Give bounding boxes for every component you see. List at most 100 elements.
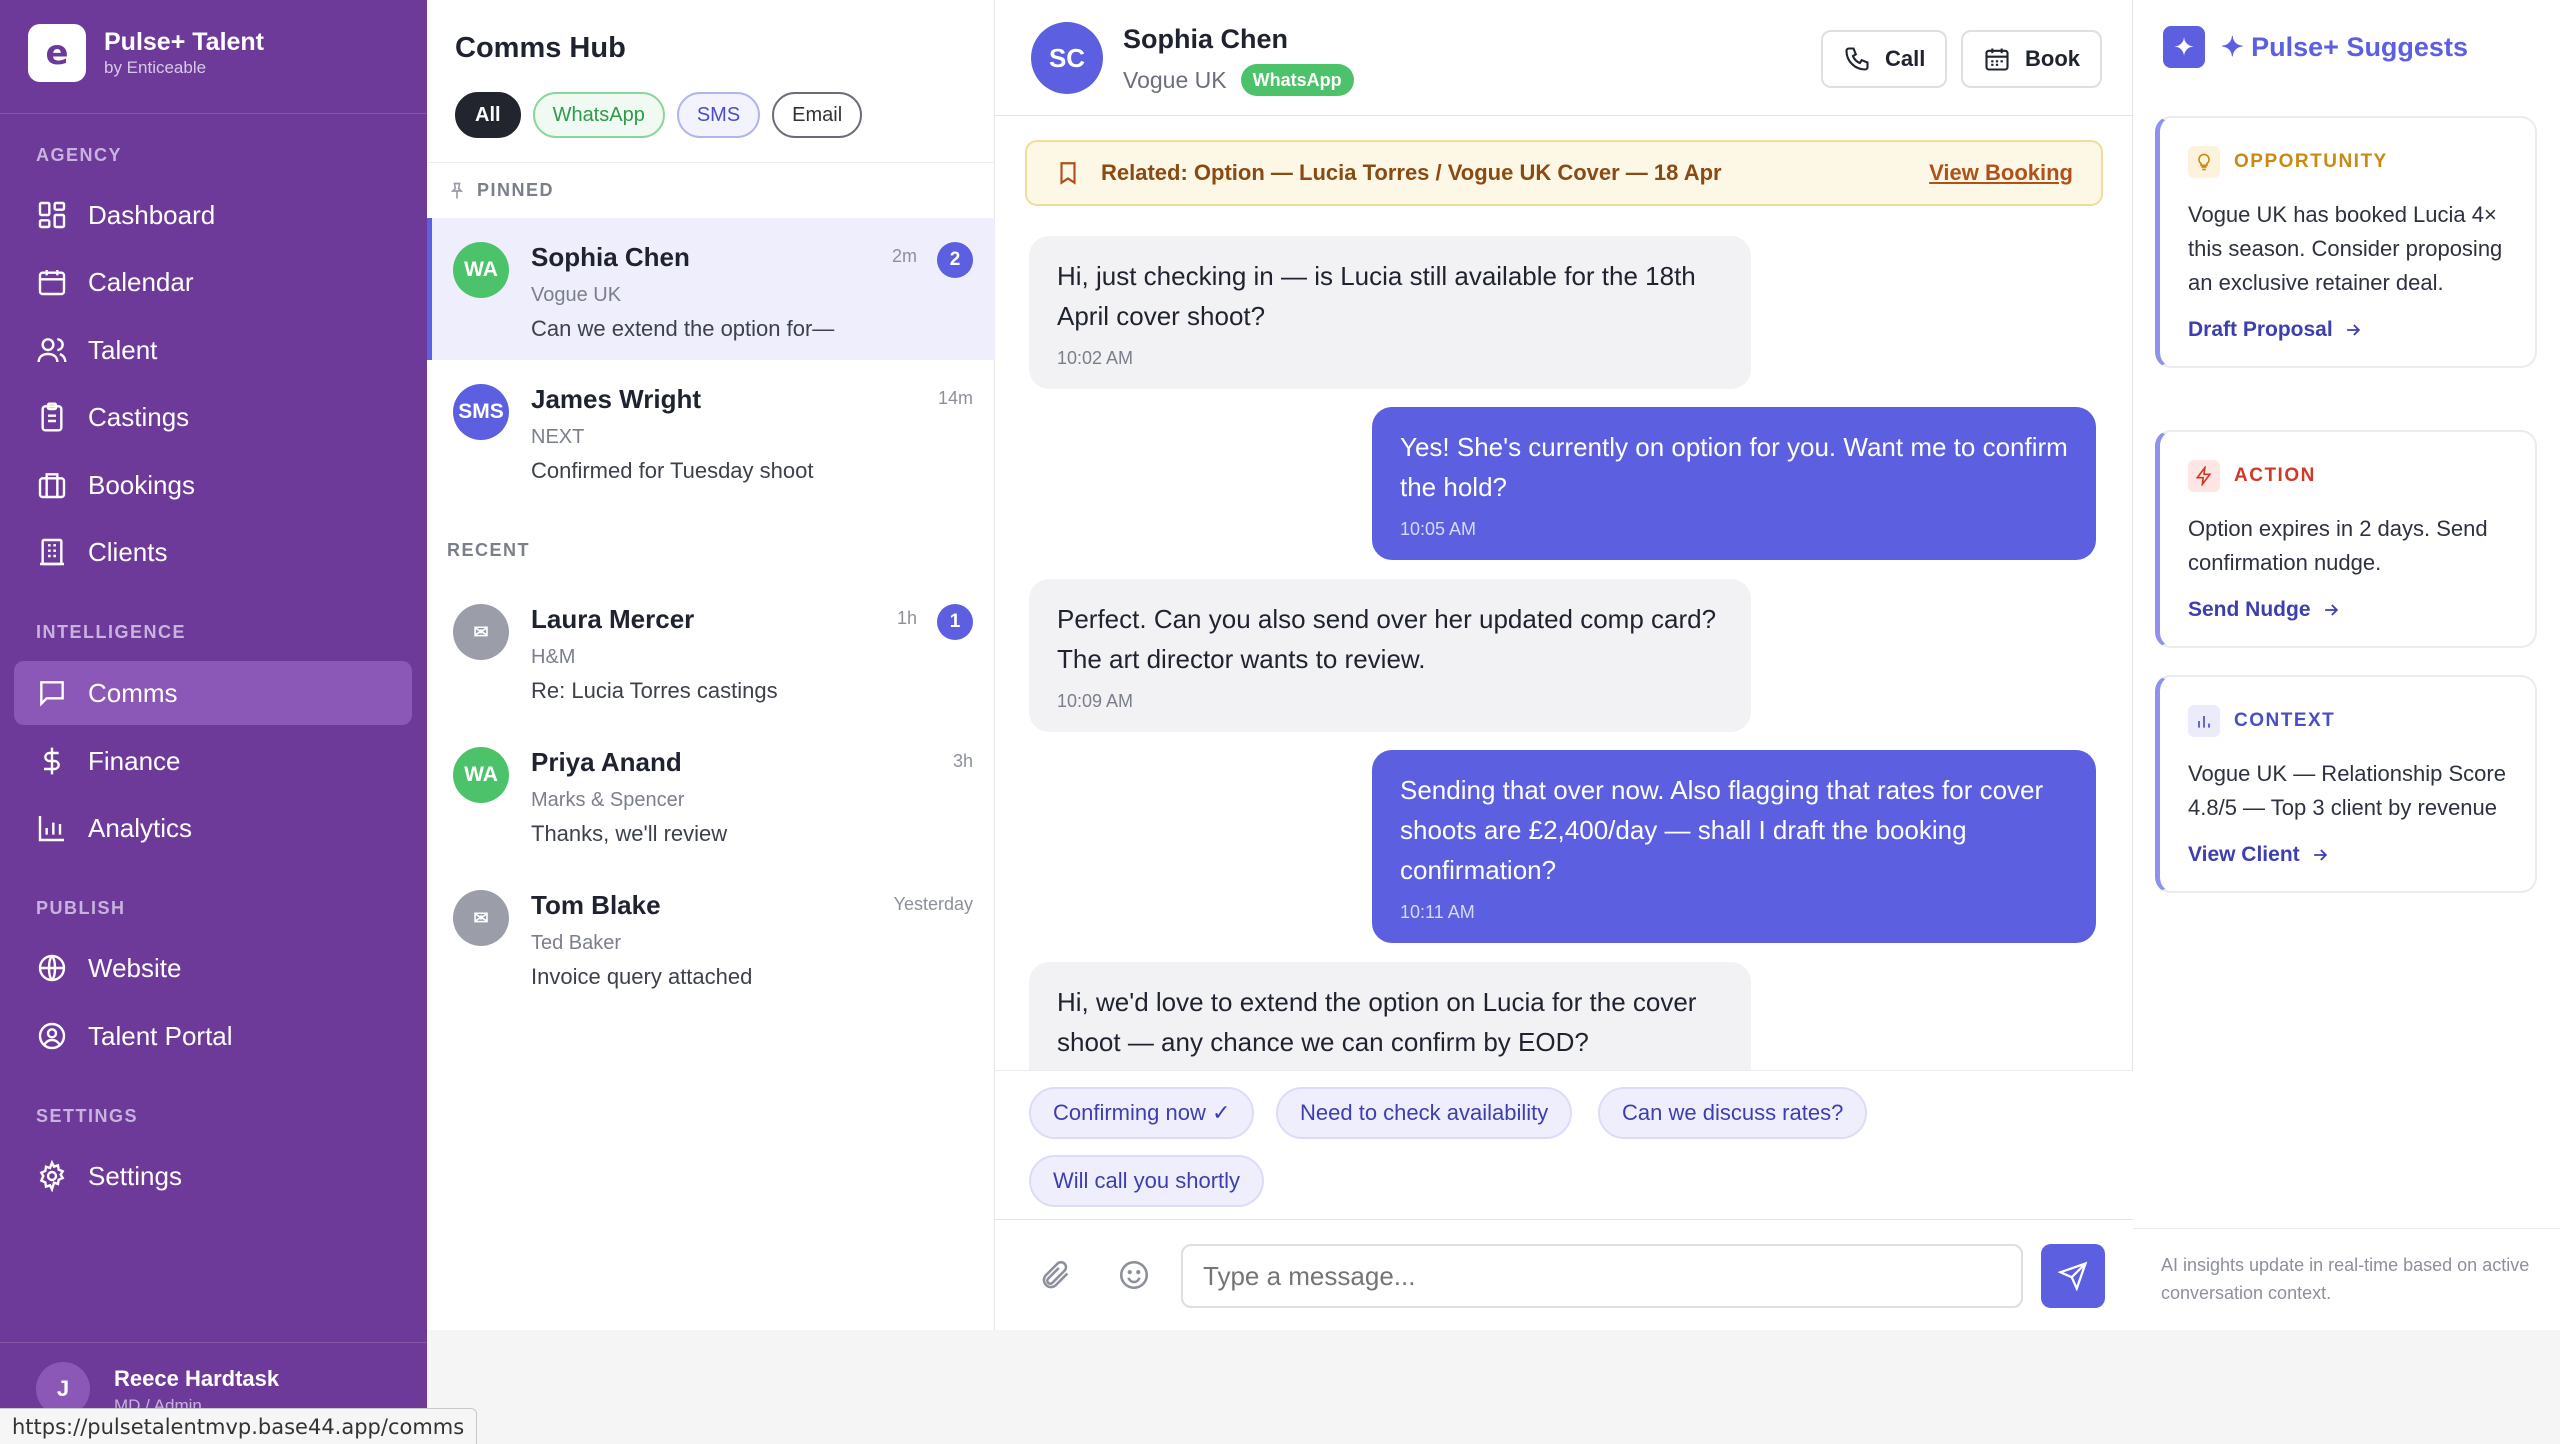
channel-badge: WhatsApp [1240,64,1354,96]
contact-org-label: Vogue UK [1123,66,1227,93]
draft-proposal-link[interactable]: Draft Proposal [2188,318,2511,342]
view-booking-link[interactable]: View Booking [1929,160,2073,186]
card-link-label: Send Nudge [2188,598,2311,621]
send-nudge-link[interactable]: Send Nudge [2188,598,2511,622]
related-booking-banner: Related: Option — Lucia Torres / Vogue U… [1025,140,2103,206]
conversation-preview: Invoice query attached [531,964,753,989]
sidebar-item-label: Website [88,952,182,983]
message-text: Perfect. Can you also send over her upda… [1057,604,1717,674]
filter-sms[interactable]: SMS [676,92,761,138]
conversation-name: Laura Mercer [531,604,695,634]
filter-whatsapp[interactable]: WhatsApp [532,92,665,138]
sidebar-item-castings[interactable]: Castings [14,385,412,449]
filter-email[interactable]: Email [772,92,863,138]
sidebar-item-website[interactable]: Website [14,936,412,1000]
quick-reply-call-shortly[interactable]: Will call you shortly [1029,1155,1265,1207]
suggestions-title: ✦ Pulse+ Suggests [2221,31,2468,62]
avatar: WA [453,747,509,803]
sidebar-item-finance[interactable]: Finance [14,729,412,793]
sidebar-section-agency: AGENCY [36,145,123,165]
brand-name: Pulse+ Talent [104,28,265,56]
conversation-time: Yesterday [893,894,973,914]
sidebar-item-analytics[interactable]: Analytics [14,796,412,860]
message-text: Sending that over now. Also flagging tha… [1400,775,2044,885]
card-label: ACTION [2234,465,2316,486]
message-text: Yes! She's currently on option for you. … [1400,432,2068,502]
card-body: Vogue UK — Relationship Score 4.8/5 — To… [2188,761,2506,820]
conversation-name: James Wright [531,384,702,414]
send-icon [2058,1261,2088,1291]
card-link-label: Draft Proposal [2188,318,2333,341]
gear-icon [39,1160,65,1192]
conversation-name: Priya Anand [531,747,682,777]
sidebar-item-calendar[interactable]: Calendar [14,250,412,314]
quick-reply-confirming[interactable]: Confirming now ✓ [1029,1087,1255,1139]
conversation-item-priya-anand[interactable]: WA Priya Anand Marks & Spencer Thanks, w… [427,723,995,865]
sidebar-item-clients[interactable]: Clients [14,520,412,584]
sidebar-item-label: Clients [88,536,168,567]
sidebar-item-label: Talent [88,334,158,365]
conversation-org: Ted Baker [531,932,622,954]
conversation-item-sophia-chen[interactable]: WA Sophia Chen Vogue UK Can we extend th… [427,218,995,360]
quick-reply-discuss-rates[interactable]: Can we discuss rates? [1598,1087,1868,1139]
unread-badge: 1 [937,604,973,640]
conversation-item-laura-mercer[interactable]: ✉ Laura Mercer H&M Re: Lucia Torres cast… [427,580,995,722]
conversation-item-james-wright[interactable]: SMS James Wright NEXT Confirmed for Tues… [427,360,995,502]
conversation-item-tom-blake[interactable]: ✉ Tom Blake Ted Baker Invoice query atta… [427,866,995,1008]
sidebar: e Pulse+ Talent by Enticeable AGENCY Das… [0,0,427,1444]
unread-badge: 2 [937,242,973,278]
quick-replies: Confirming now ✓ Need to check availabil… [995,1070,2133,1220]
book-button-label: Book [2025,46,2080,71]
suggestion-card-opportunity: OPPORTUNITY Vogue UK has booked Lucia 4×… [2155,116,2537,368]
sidebar-item-bookings[interactable]: Bookings [14,453,412,517]
sidebar-item-label: Comms [88,677,178,708]
message-text: Hi, just checking in — is Lucia still av… [1057,261,1696,331]
emoji-icon[interactable] [1117,1258,1151,1292]
call-button-label: Call [1885,46,1926,71]
sidebar-divider [0,1342,427,1343]
attachment-icon[interactable] [1039,1258,1073,1292]
sidebar-item-label: Dashboard [88,199,216,230]
card-body: Option expires in 2 days. Send confirmat… [2188,516,2488,575]
section-label: RECENT [447,540,531,560]
send-button[interactable] [2041,1244,2105,1308]
sidebar-item-comms[interactable]: Comms [14,661,412,725]
conversation-org: NEXT [531,426,585,448]
brand-logo: e [28,24,86,82]
book-button[interactable]: Book [1961,30,2102,88]
sidebar-item-dashboard[interactable]: Dashboard [14,183,412,247]
conversation-preview: Re: Lucia Torres castings [531,678,778,703]
sidebar-item-talent-portal[interactable]: Talent Portal [14,1004,412,1068]
sidebar-section-intelligence: INTELLIGENCE [36,622,187,642]
section-label: PINNED [477,180,555,200]
brand[interactable]: e Pulse+ Talent by Enticeable [28,24,264,82]
status-bar-url: https://pulsetalentmvp.base44.app/comms [0,1408,478,1444]
globe-icon [38,954,66,982]
arrow-right-icon [2313,849,2327,861]
filter-all[interactable]: All [455,92,521,138]
suggestion-card-context: CONTEXT Vogue UK — Relationship Score 4.… [2155,675,2537,893]
user-circle-icon [38,1022,66,1050]
sidebar-item-talent[interactable]: Talent [14,318,412,382]
sidebar-item-settings[interactable]: Settings [14,1144,412,1208]
sidebar-item-label: Finance [88,745,181,776]
sidebar-item-label: Calendar [88,266,194,297]
chart-icon [2188,705,2220,737]
message-icon [40,681,64,707]
view-client-link[interactable]: View Client [2188,843,2511,867]
conversation-time: 14m [937,388,973,408]
briefcase-icon [38,473,66,499]
conversation-preview: Confirmed for Tuesday shoot [531,458,814,483]
arrow-right-icon [2324,604,2338,616]
sparkle-icon: ✦ [2163,26,2205,68]
related-booking-text: Related: Option — Lucia Torres / Vogue U… [1101,160,1722,185]
suggestions-panel: ✦ ✦ Pulse+ Suggests OPPORTUNITY Vogue UK… [2133,0,2560,1330]
card-link-label: View Client [2188,843,2300,866]
message-input[interactable] [1181,1244,2023,1308]
message-outgoing: Yes! She's currently on option for you. … [1372,407,2096,560]
call-button[interactable]: Call [1821,30,1948,88]
bar-chart-icon [38,816,64,842]
user-name: Reece Hardtask [114,1366,280,1391]
quick-reply-check-availability[interactable]: Need to check availability [1276,1087,1573,1139]
suggestions-header: ✦ ✦ Pulse+ Suggests [2163,26,2468,68]
